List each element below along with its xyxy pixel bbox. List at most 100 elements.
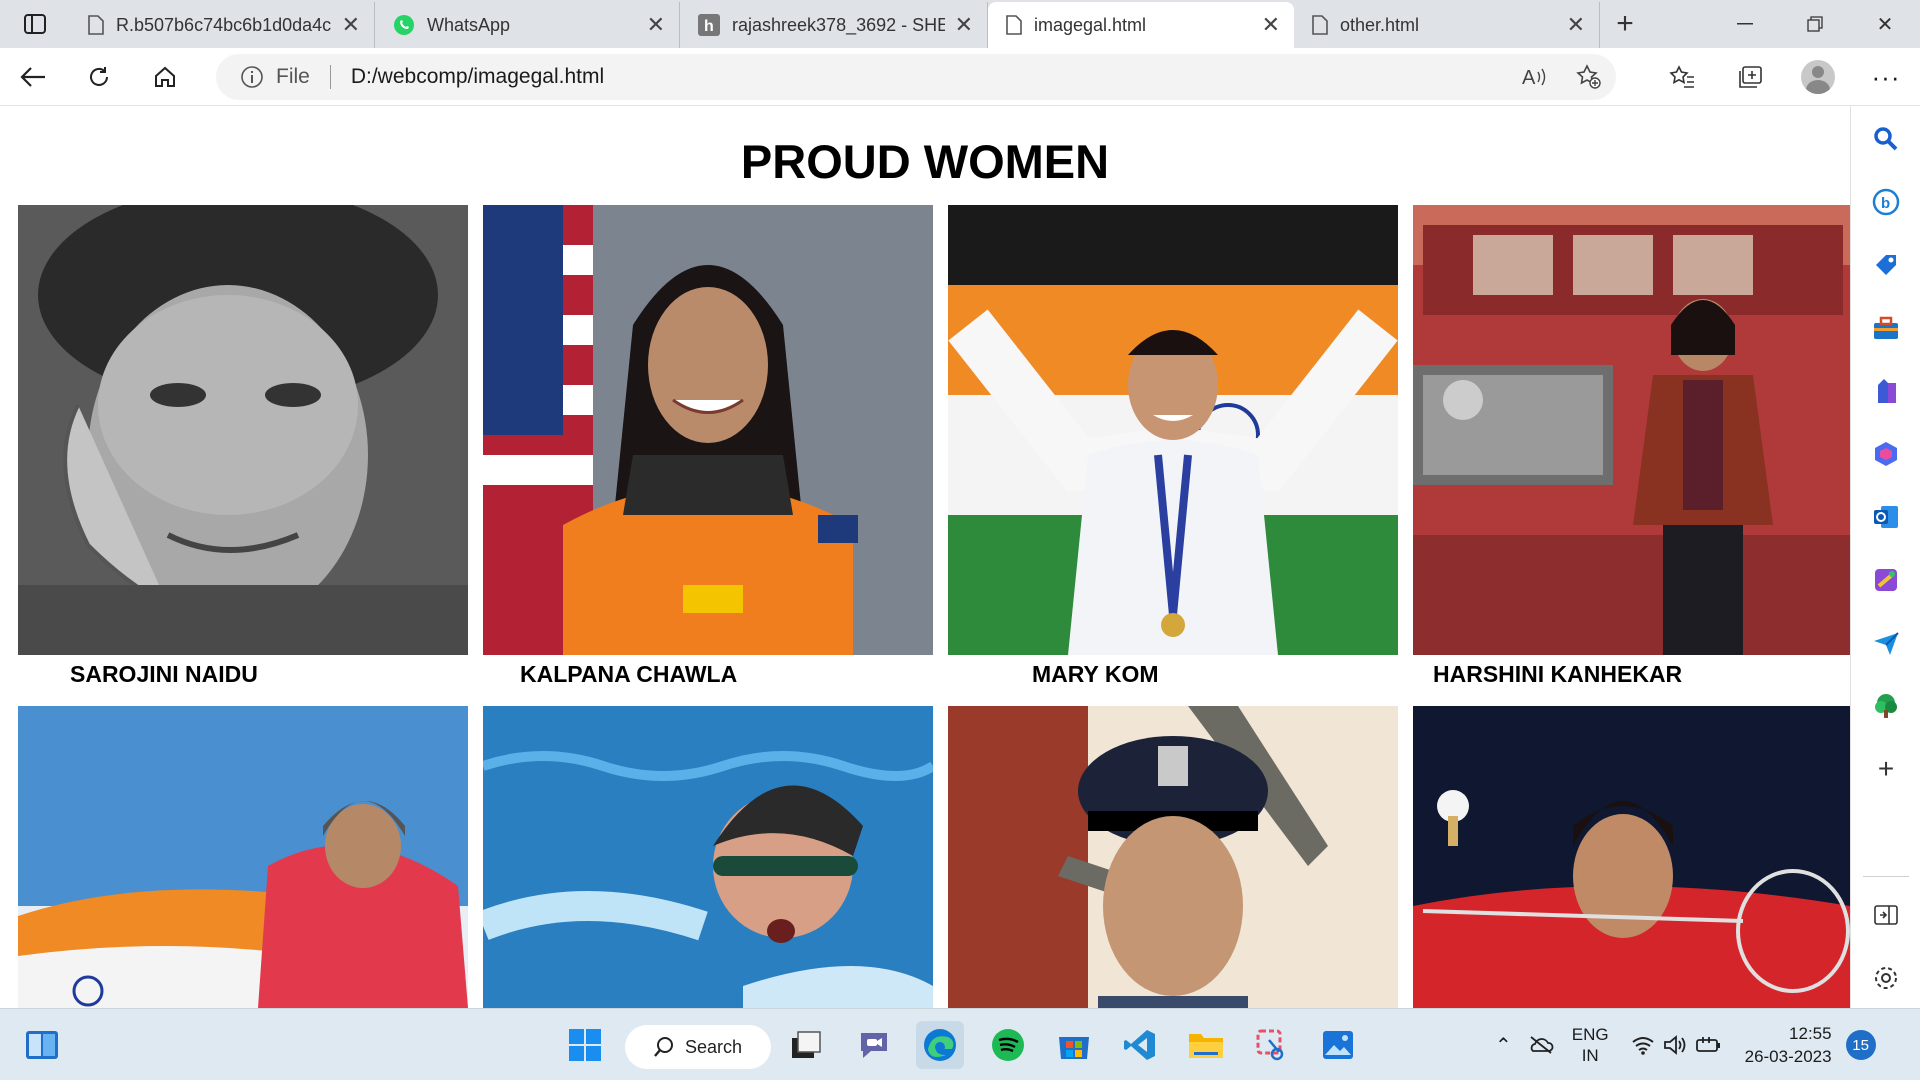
notification-badge[interactable]: 15 xyxy=(1845,1030,1876,1060)
tab-actions-button[interactable] xyxy=(0,0,70,48)
refresh-button[interactable] xyxy=(66,48,132,106)
url-text[interactable]: D:/webcomp/imagegal.html xyxy=(351,65,604,89)
gallery-image-sarojini-naidu[interactable] xyxy=(18,205,468,655)
sidebar-office-button[interactable] xyxy=(1869,437,1903,471)
vscode-button[interactable] xyxy=(1116,1021,1164,1069)
gallery-image-harshini-kanhekar[interactable] xyxy=(1413,205,1850,655)
portrait-photo xyxy=(18,706,468,1008)
onedrive-offline-icon[interactable] xyxy=(1528,1035,1554,1055)
sidebar-tree-button[interactable] xyxy=(1869,689,1903,723)
photos-button[interactable] xyxy=(1314,1021,1362,1069)
snipping-tool-button[interactable] xyxy=(1248,1021,1296,1069)
portrait-photo xyxy=(948,706,1398,1008)
gallery-image-mary-kom[interactable] xyxy=(948,205,1398,655)
spotify-button[interactable] xyxy=(984,1021,1032,1069)
store-button[interactable] xyxy=(1050,1021,1098,1069)
tab-title: imagegal.html xyxy=(1034,14,1147,35)
toolbar-right: ··· xyxy=(1648,48,1920,106)
widgets-icon xyxy=(26,1031,58,1059)
minimize-icon xyxy=(1737,23,1753,25)
show-hidden-icons-button[interactable]: ⌃ xyxy=(1495,1033,1512,1058)
read-aloud-button[interactable]: A xyxy=(1508,66,1562,88)
close-window-button[interactable]: ✕ xyxy=(1850,0,1920,48)
sidebar-bing-button[interactable]: b xyxy=(1869,185,1903,219)
volume-icon[interactable] xyxy=(1663,1035,1687,1055)
close-tab-icon[interactable]: ✕ xyxy=(342,12,360,38)
favorites-button[interactable] xyxy=(1648,48,1716,106)
taskbar-search[interactable]: Search xyxy=(625,1025,771,1069)
start-button[interactable] xyxy=(561,1021,609,1069)
gallery-image-air-force-officer[interactable] xyxy=(948,706,1398,1008)
portrait-photo xyxy=(483,205,933,655)
close-tab-icon[interactable]: ✕ xyxy=(1262,12,1280,38)
restore-button[interactable] xyxy=(1780,0,1850,48)
close-tab-icon[interactable]: ✕ xyxy=(955,12,973,38)
info-icon[interactable] xyxy=(240,65,264,89)
portrait-photo xyxy=(483,706,933,1008)
tab-title: rajashreek378_3692 - SHE xyxy=(732,14,945,35)
sidebar-send-button[interactable] xyxy=(1869,626,1903,660)
h-site-icon: h xyxy=(698,14,720,36)
more-dots-icon: ··· xyxy=(1871,61,1901,92)
more-menu-button[interactable]: ··· xyxy=(1852,48,1920,106)
sidebar-shopping-button[interactable] xyxy=(1869,248,1903,282)
tab-she[interactable]: h rajashreek378_3692 - SHE ✕ xyxy=(680,2,988,48)
photos-icon xyxy=(1323,1031,1353,1059)
tab-whatsapp[interactable]: WhatsApp ✕ xyxy=(375,2,680,48)
avatar xyxy=(1801,60,1835,94)
restore-icon xyxy=(1807,16,1823,32)
home-button[interactable] xyxy=(132,48,198,106)
star-add-icon xyxy=(1576,64,1601,89)
sidebar-tools-button[interactable] xyxy=(1869,311,1903,345)
tab-other[interactable]: other.html ✕ xyxy=(1294,2,1600,48)
tab-bar: R.b507b6c74bc6b1d0da4c ✕ WhatsApp ✕ h ra… xyxy=(0,0,1920,48)
sidebar-games-button[interactable] xyxy=(1869,374,1903,408)
battery-charging-icon[interactable] xyxy=(1695,1035,1723,1055)
address-bar[interactable]: File D:/webcomp/imagegal.html A xyxy=(216,54,1616,100)
language-indicator[interactable]: ENG IN xyxy=(1572,1024,1609,1066)
portrait-photo xyxy=(1413,706,1850,1008)
tab-image[interactable]: R.b507b6c74bc6b1d0da4c ✕ xyxy=(70,2,375,48)
file-explorer-button[interactable] xyxy=(1182,1021,1230,1069)
close-tab-icon[interactable]: ✕ xyxy=(1567,12,1585,38)
tree-icon xyxy=(1875,694,1897,718)
edge-icon xyxy=(924,1029,956,1061)
profile-button[interactable] xyxy=(1784,48,1852,106)
collections-button[interactable] xyxy=(1716,48,1784,106)
portrait-photo xyxy=(1413,205,1850,655)
tab-imagegal[interactable]: imagegal.html ✕ xyxy=(988,2,1294,48)
close-tab-icon[interactable]: ✕ xyxy=(647,12,665,38)
sidebar-split-button[interactable] xyxy=(1869,898,1903,932)
sidebar-designer-button[interactable] xyxy=(1869,563,1903,597)
add-favorite-button[interactable] xyxy=(1562,64,1616,90)
sidebar-settings-button[interactable] xyxy=(1869,961,1903,995)
clock[interactable]: 12:55 26-03-2023 xyxy=(1745,1022,1832,1068)
sidebar-outlook-button[interactable] xyxy=(1869,500,1903,534)
gallery-image-badminton-player[interactable] xyxy=(1413,706,1850,1008)
chat-button[interactable] xyxy=(850,1021,898,1069)
gallery-image-kalpana-chawla[interactable] xyxy=(483,205,933,655)
minimize-button[interactable] xyxy=(1710,0,1780,48)
task-view-icon xyxy=(792,1031,821,1058)
designer-icon xyxy=(1875,569,1897,591)
sidebar-search-button[interactable] xyxy=(1869,122,1903,156)
gallery-image-swimmer[interactable] xyxy=(483,706,933,1008)
svg-text:b: b xyxy=(1881,195,1890,212)
bing-icon: b xyxy=(1872,188,1900,216)
task-view-button[interactable] xyxy=(782,1021,830,1069)
clock-date: 26-03-2023 xyxy=(1744,1047,1832,1066)
svg-text:A: A xyxy=(1522,67,1536,88)
widgets-button[interactable] xyxy=(18,1021,66,1069)
back-button[interactable] xyxy=(0,48,66,106)
toolbox-icon xyxy=(1874,316,1898,339)
collections-icon xyxy=(1739,66,1762,88)
new-tab-button[interactable]: + xyxy=(1600,0,1650,48)
tab-title: R.b507b6c74bc6b1d0da4c xyxy=(116,14,332,35)
sidebar-add-button[interactable]: + xyxy=(1869,752,1903,786)
gallery-image-mountaineer[interactable] xyxy=(18,706,468,1008)
address-separator xyxy=(329,65,331,89)
wifi-icon[interactable] xyxy=(1631,1035,1655,1055)
page-icon xyxy=(1312,15,1328,35)
edge-taskbar-button[interactable] xyxy=(916,1021,964,1069)
spotify-icon xyxy=(992,1029,1024,1061)
